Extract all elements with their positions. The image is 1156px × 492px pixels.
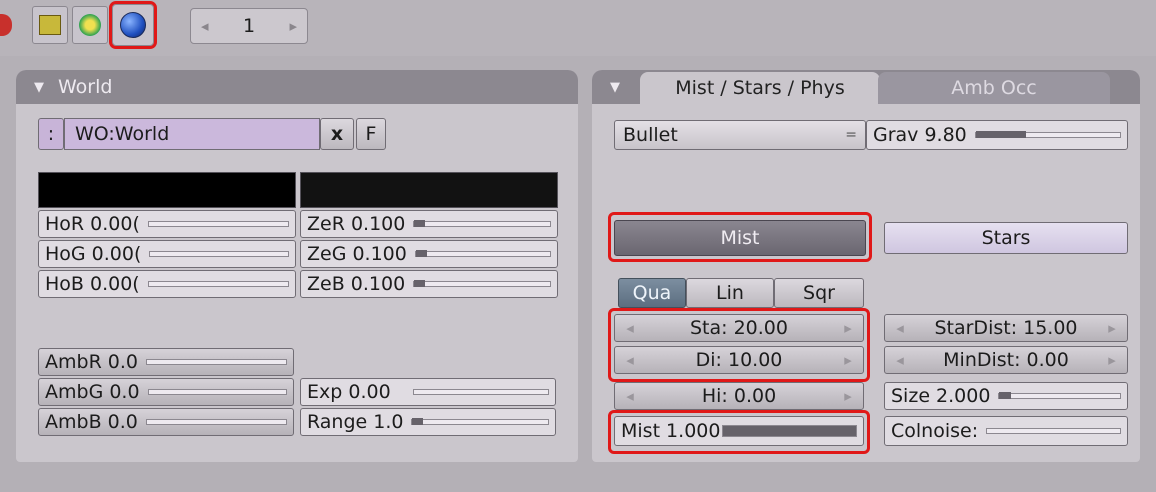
ambient-blue-slider[interactable]: AmbB 0.0	[38, 408, 294, 436]
increment-arrow-icon[interactable]: ▸	[1103, 351, 1121, 369]
star-dist-field[interactable]: ◂ StarDist: 15.00 ▸	[884, 314, 1128, 342]
world-name-field[interactable]: WO:World	[64, 118, 320, 150]
stars-toggle-button[interactable]: Stars	[884, 222, 1128, 254]
mist-toggle-button[interactable]: Mist	[614, 220, 866, 256]
star-size-slider[interactable]: Size 2.000	[884, 382, 1128, 410]
mist-start-field[interactable]: ◂ Sta: 20.00 ▸	[614, 314, 864, 342]
horizon-red-slider[interactable]: HoR 0.00(	[38, 210, 296, 238]
zenith-color-swatch[interactable]	[300, 172, 558, 208]
falloff-lin-button[interactable]: Lin	[686, 278, 774, 308]
decrement-arrow-icon[interactable]: ◂	[621, 319, 639, 337]
mist-height-field[interactable]: ◂ Hi: 0.00 ▸	[614, 382, 864, 410]
ambient-red-slider[interactable]: AmbR 0.0	[38, 348, 294, 376]
decrement-arrow-icon[interactable]: ◂	[891, 351, 909, 369]
physics-engine-dropdown[interactable]: Bullet =	[614, 120, 866, 150]
gravity-slider[interactable]: Grav 9.80	[866, 120, 1128, 150]
page-next-arrow[interactable]: ▸	[289, 17, 297, 35]
world-icon[interactable]	[109, 1, 157, 49]
star-colnoise-slider[interactable]: Colnoise:	[884, 416, 1128, 446]
world-delete-button[interactable]: x	[320, 118, 354, 150]
star-min-dist-field[interactable]: ◂ MinDist: 0.00 ▸	[884, 346, 1128, 374]
texture-icon[interactable]	[32, 6, 68, 44]
mist-intensity-slider[interactable]: Mist 1.000	[614, 416, 864, 446]
tab-mist-stars-physics[interactable]: Mist / Stars / Phys	[640, 72, 880, 104]
world-browse-button[interactable]: :	[38, 118, 64, 150]
horizon-green-slider[interactable]: HoG 0.00(	[38, 240, 296, 268]
zenith-blue-slider[interactable]: ZeB 0.100	[300, 270, 558, 298]
horizon-color-swatch[interactable]	[38, 172, 296, 208]
world-panel-title: World	[58, 76, 113, 98]
buttons-toolbar: ◂ 1 ▸	[0, 0, 1156, 56]
collapse-triangle-icon[interactable]: ▼	[610, 80, 620, 95]
decrement-arrow-icon[interactable]: ◂	[621, 351, 639, 369]
zenith-green-slider[interactable]: ZeG 0.100	[300, 240, 558, 268]
ambient-green-slider[interactable]: AmbG 0.0	[38, 378, 294, 406]
mist-depth-field[interactable]: ◂ Di: 10.00 ▸	[614, 346, 864, 374]
fake-user-button[interactable]: F	[356, 118, 386, 150]
horizon-blue-slider[interactable]: HoB 0.00(	[38, 270, 296, 298]
world-panel-header[interactable]: ▼ World	[16, 70, 578, 104]
increment-arrow-icon[interactable]: ▸	[839, 319, 857, 337]
increment-arrow-icon[interactable]: ▸	[839, 351, 857, 369]
page-number: 1	[242, 15, 256, 37]
increment-arrow-icon[interactable]: ▸	[1103, 319, 1121, 337]
page-spinner[interactable]: ◂ 1 ▸	[190, 8, 308, 44]
collapse-triangle-icon[interactable]: ▼	[34, 80, 44, 95]
increment-arrow-icon[interactable]: ▸	[839, 387, 857, 405]
falloff-sqr-button[interactable]: Sqr	[774, 278, 864, 308]
radiosity-icon[interactable]	[72, 6, 108, 44]
falloff-qua-button[interactable]: Qua	[618, 278, 686, 308]
page-prev-arrow[interactable]: ◂	[201, 17, 209, 35]
dropdown-arrows-icon: =	[845, 127, 857, 143]
tab-amb-occ[interactable]: Amb Occ	[878, 72, 1110, 104]
zenith-red-slider[interactable]: ZeR 0.100	[300, 210, 558, 238]
decrement-arrow-icon[interactable]: ◂	[621, 387, 639, 405]
decrement-arrow-icon[interactable]: ◂	[891, 319, 909, 337]
shading-icon-partial[interactable]	[0, 14, 12, 36]
exposure-slider[interactable]: Exp 0.00	[300, 378, 556, 406]
range-slider[interactable]: Range 1.0	[300, 408, 556, 436]
